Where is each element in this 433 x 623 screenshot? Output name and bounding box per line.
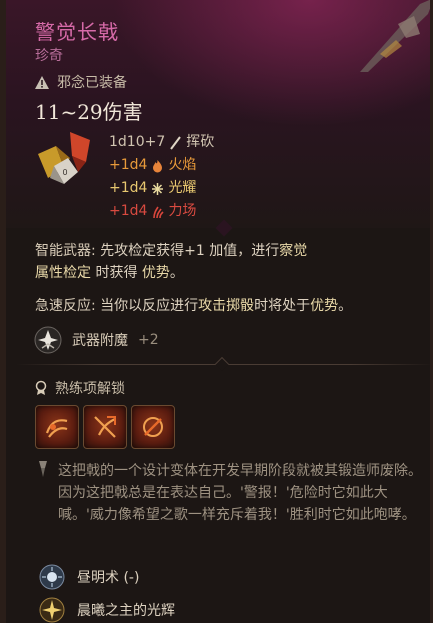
radiance-dawnmaster-icon [39,597,65,623]
slash-icon [170,135,182,150]
keyword-perception[interactable]: 察觉 [279,243,307,259]
property-alert: 智能武器: 先攻检定获得+1 加值，进行察觉 属性检定 时获得 优势。 [35,240,425,284]
damage-dice: +1d4 [109,180,148,196]
enchantment-value: +2 [138,332,159,348]
weapon-action-list [35,405,175,449]
weapon-action-icon-1[interactable] [35,405,79,449]
property-haste: 急速反应: 当你以反应进行攻击掷骰时将处于优势。 [35,295,425,317]
damage-type: 挥砍 [186,134,215,150]
halberd-blade-icon [360,0,430,72]
damage-type: 光耀 [168,180,197,196]
damage-dice: 1d10+7 [109,134,166,150]
property-text: 。 [338,298,353,314]
keyword-advantage[interactable]: 优势 [310,298,338,314]
force-icon [153,206,165,218]
weapon-enchantment: 武器附魔 +2 [34,326,159,354]
property-text: 先攻检定获得+1 加值，进行 [100,243,280,259]
daylight-spell-icon [39,564,65,590]
radiant-icon [152,182,164,195]
property-text: 时获得 [95,265,138,281]
damage-dice-icon: 0 [38,132,90,184]
damage-line-fire: +1d4 火焰 [109,154,214,177]
proficiency-unlock-header: 熟练项解锁 [35,378,125,398]
keyword-ability-check[interactable]: 属性检定 [35,265,91,281]
property-label: 智能武器: [35,243,96,259]
item-rarity: 珍奇 [35,48,63,64]
proficiency-icon [35,380,47,395]
equip-status-label: 邪念已装备 [57,75,127,91]
weapon-action-icon-2[interactable] [83,405,127,449]
damage-dice: +1d4 [109,157,148,173]
damage-line-radiant: +1d4 光耀 [109,177,214,200]
property-label: 急速反应: [35,298,96,314]
quill-icon [39,461,47,477]
warning-icon [35,75,49,89]
damage-line-slashing: 1d10+7 挥砍 [109,131,214,154]
spell-name: 晨曦之主的光辉 [77,603,175,619]
spell-entry-2[interactable]: 晨曦之主的光辉 [39,597,175,623]
property-text: 。 [169,265,184,281]
item-tooltip: 警觉长戟 珍奇 邪念已装备 11~29伤害 0 1d10+7 挥砍 +1d4 火… [0,0,433,623]
damage-type: 火焰 [168,157,197,173]
spell-name: 昼明术 (-) [77,570,140,586]
damage-breakdown: 1d10+7 挥砍 +1d4 火焰 +1d4 光耀 +1d4 力场 [109,131,214,223]
damage-range: 11~29伤害 [35,100,143,124]
enchantment-label: 武器附魔 [72,333,128,349]
keyword-attack-roll[interactable]: 攻击掷骰 [198,298,254,314]
property-text: 当你以反应进行 [100,298,199,314]
keyword-advantage[interactable]: 优势 [142,265,170,281]
spell-entry-1[interactable]: 昼明术 (-) [39,564,139,590]
section-divider-notch [214,356,230,372]
damage-dice: +1d4 [109,203,148,219]
fire-icon [153,159,163,172]
svg-text:0: 0 [62,168,67,177]
property-text: 时将处于 [254,298,311,314]
item-title: 警觉长戟 [35,20,119,44]
enchantment-icon [34,326,62,354]
damage-type: 力场 [168,203,197,219]
flavor-text: 这把戟的一个设计变体在开发早期阶段就被其锻造师废除。因为这把戟总是在表达自己。'… [58,463,422,523]
proficiency-label: 熟练项解锁 [55,381,125,397]
damage-line-force: +1d4 力场 [109,200,214,223]
equip-status: 邪念已装备 [35,72,127,92]
weapon-action-icon-3[interactable] [131,405,175,449]
